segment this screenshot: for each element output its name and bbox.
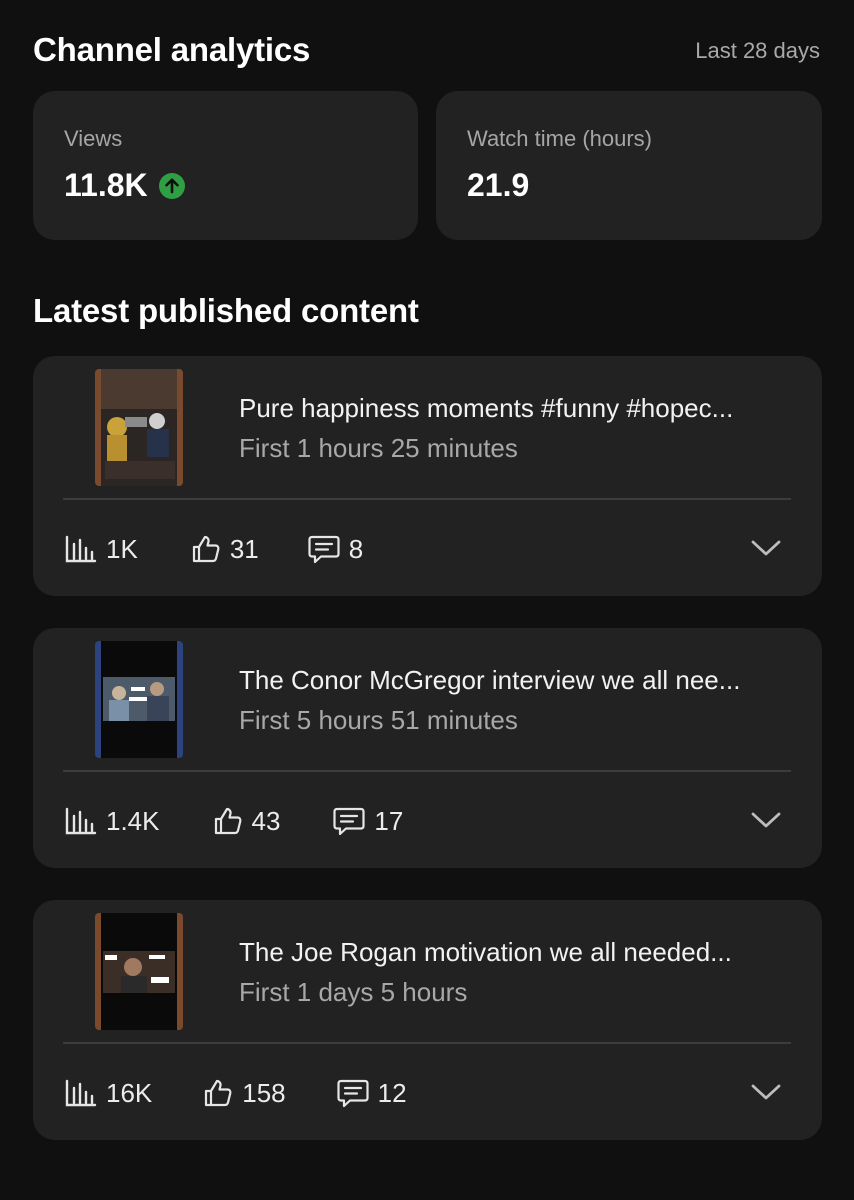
arrow-up-circle-icon xyxy=(158,172,185,199)
views-card[interactable]: Views 11.8K xyxy=(33,91,418,240)
video-thumbnail[interactable] xyxy=(95,913,183,1030)
video-metrics: 16K 158 12 xyxy=(64,1076,407,1110)
views-metric: 1K xyxy=(64,534,138,565)
comments-count: 8 xyxy=(348,533,364,564)
bar-chart-icon xyxy=(65,1079,97,1107)
likes-count: 158 xyxy=(242,1077,286,1108)
divider xyxy=(63,498,791,500)
video-thumbnail[interactable] xyxy=(95,641,183,758)
likes-metric: 43 xyxy=(212,805,281,837)
likes-metric: 31 xyxy=(190,533,259,565)
comments-count: 17 xyxy=(374,805,404,836)
bar-chart-icon xyxy=(65,535,97,563)
views-metric: 16K xyxy=(64,1078,152,1109)
chevron-down-icon[interactable] xyxy=(750,810,782,830)
watch-time-card[interactable]: Watch time (hours) 21.9 xyxy=(436,91,822,240)
comment-icon xyxy=(308,535,340,564)
date-range-label[interactable]: Last 28 days xyxy=(695,36,820,64)
watch-time-label: Watch time (hours) xyxy=(467,126,653,151)
likes-count: 43 xyxy=(251,805,281,836)
thumbs-up-icon xyxy=(192,535,220,563)
bar-chart-icon xyxy=(65,807,97,835)
content-card[interactable]: Pure happiness moments #funny #hopec... … xyxy=(33,356,822,596)
video-title[interactable]: Pure happiness moments #funny #hopec... xyxy=(239,393,799,424)
video-metrics: 1K 31 8 xyxy=(64,532,363,566)
chevron-down-icon[interactable] xyxy=(750,538,782,558)
thumbs-up-icon xyxy=(205,1079,232,1107)
analytics-header: Channel analytics Last 28 days xyxy=(33,28,820,72)
comments-metric: 8 xyxy=(307,533,363,565)
divider xyxy=(63,1042,791,1044)
watch-time-value-row: 21.9 xyxy=(467,167,529,204)
chevron-down-icon[interactable] xyxy=(750,1082,782,1102)
comment-icon xyxy=(337,1079,369,1108)
watch-time-value: 21.9 xyxy=(467,167,530,203)
views-metric: 1.4K xyxy=(64,806,160,837)
views-count: 1K xyxy=(106,533,138,564)
comments-metric: 12 xyxy=(336,1077,407,1109)
likes-metric: 158 xyxy=(202,1077,286,1109)
views-value: 11.8K xyxy=(64,167,148,203)
video-thumbnail[interactable] xyxy=(95,369,183,486)
likes-count: 31 xyxy=(229,533,259,564)
views-value-row: 11.8K xyxy=(64,167,186,204)
views-label: Views xyxy=(64,126,123,151)
comments-metric: 17 xyxy=(332,805,403,837)
video-age: First 5 hours 51 minutes xyxy=(239,705,518,735)
thumbs-up-icon xyxy=(214,807,242,835)
views-count: 1.4K xyxy=(106,805,160,836)
latest-content-title: Latest published content xyxy=(33,292,419,329)
comment-icon xyxy=(333,807,366,836)
page-title: Channel analytics xyxy=(33,31,311,68)
video-metrics: 1.4K 43 17 xyxy=(64,804,403,838)
video-age: First 1 days 5 hours xyxy=(239,977,468,1007)
video-age: First 1 hours 25 minutes xyxy=(239,433,518,463)
divider xyxy=(63,770,791,772)
video-title[interactable]: The Conor McGregor interview we all nee.… xyxy=(239,665,799,696)
content-card[interactable]: The Joe Rogan motivation we all needed..… xyxy=(33,900,822,1140)
video-title[interactable]: The Joe Rogan motivation we all needed..… xyxy=(239,937,799,968)
views-count: 16K xyxy=(106,1077,153,1108)
content-card[interactable]: The Conor McGregor interview we all nee.… xyxy=(33,628,822,868)
comments-count: 12 xyxy=(377,1077,407,1108)
